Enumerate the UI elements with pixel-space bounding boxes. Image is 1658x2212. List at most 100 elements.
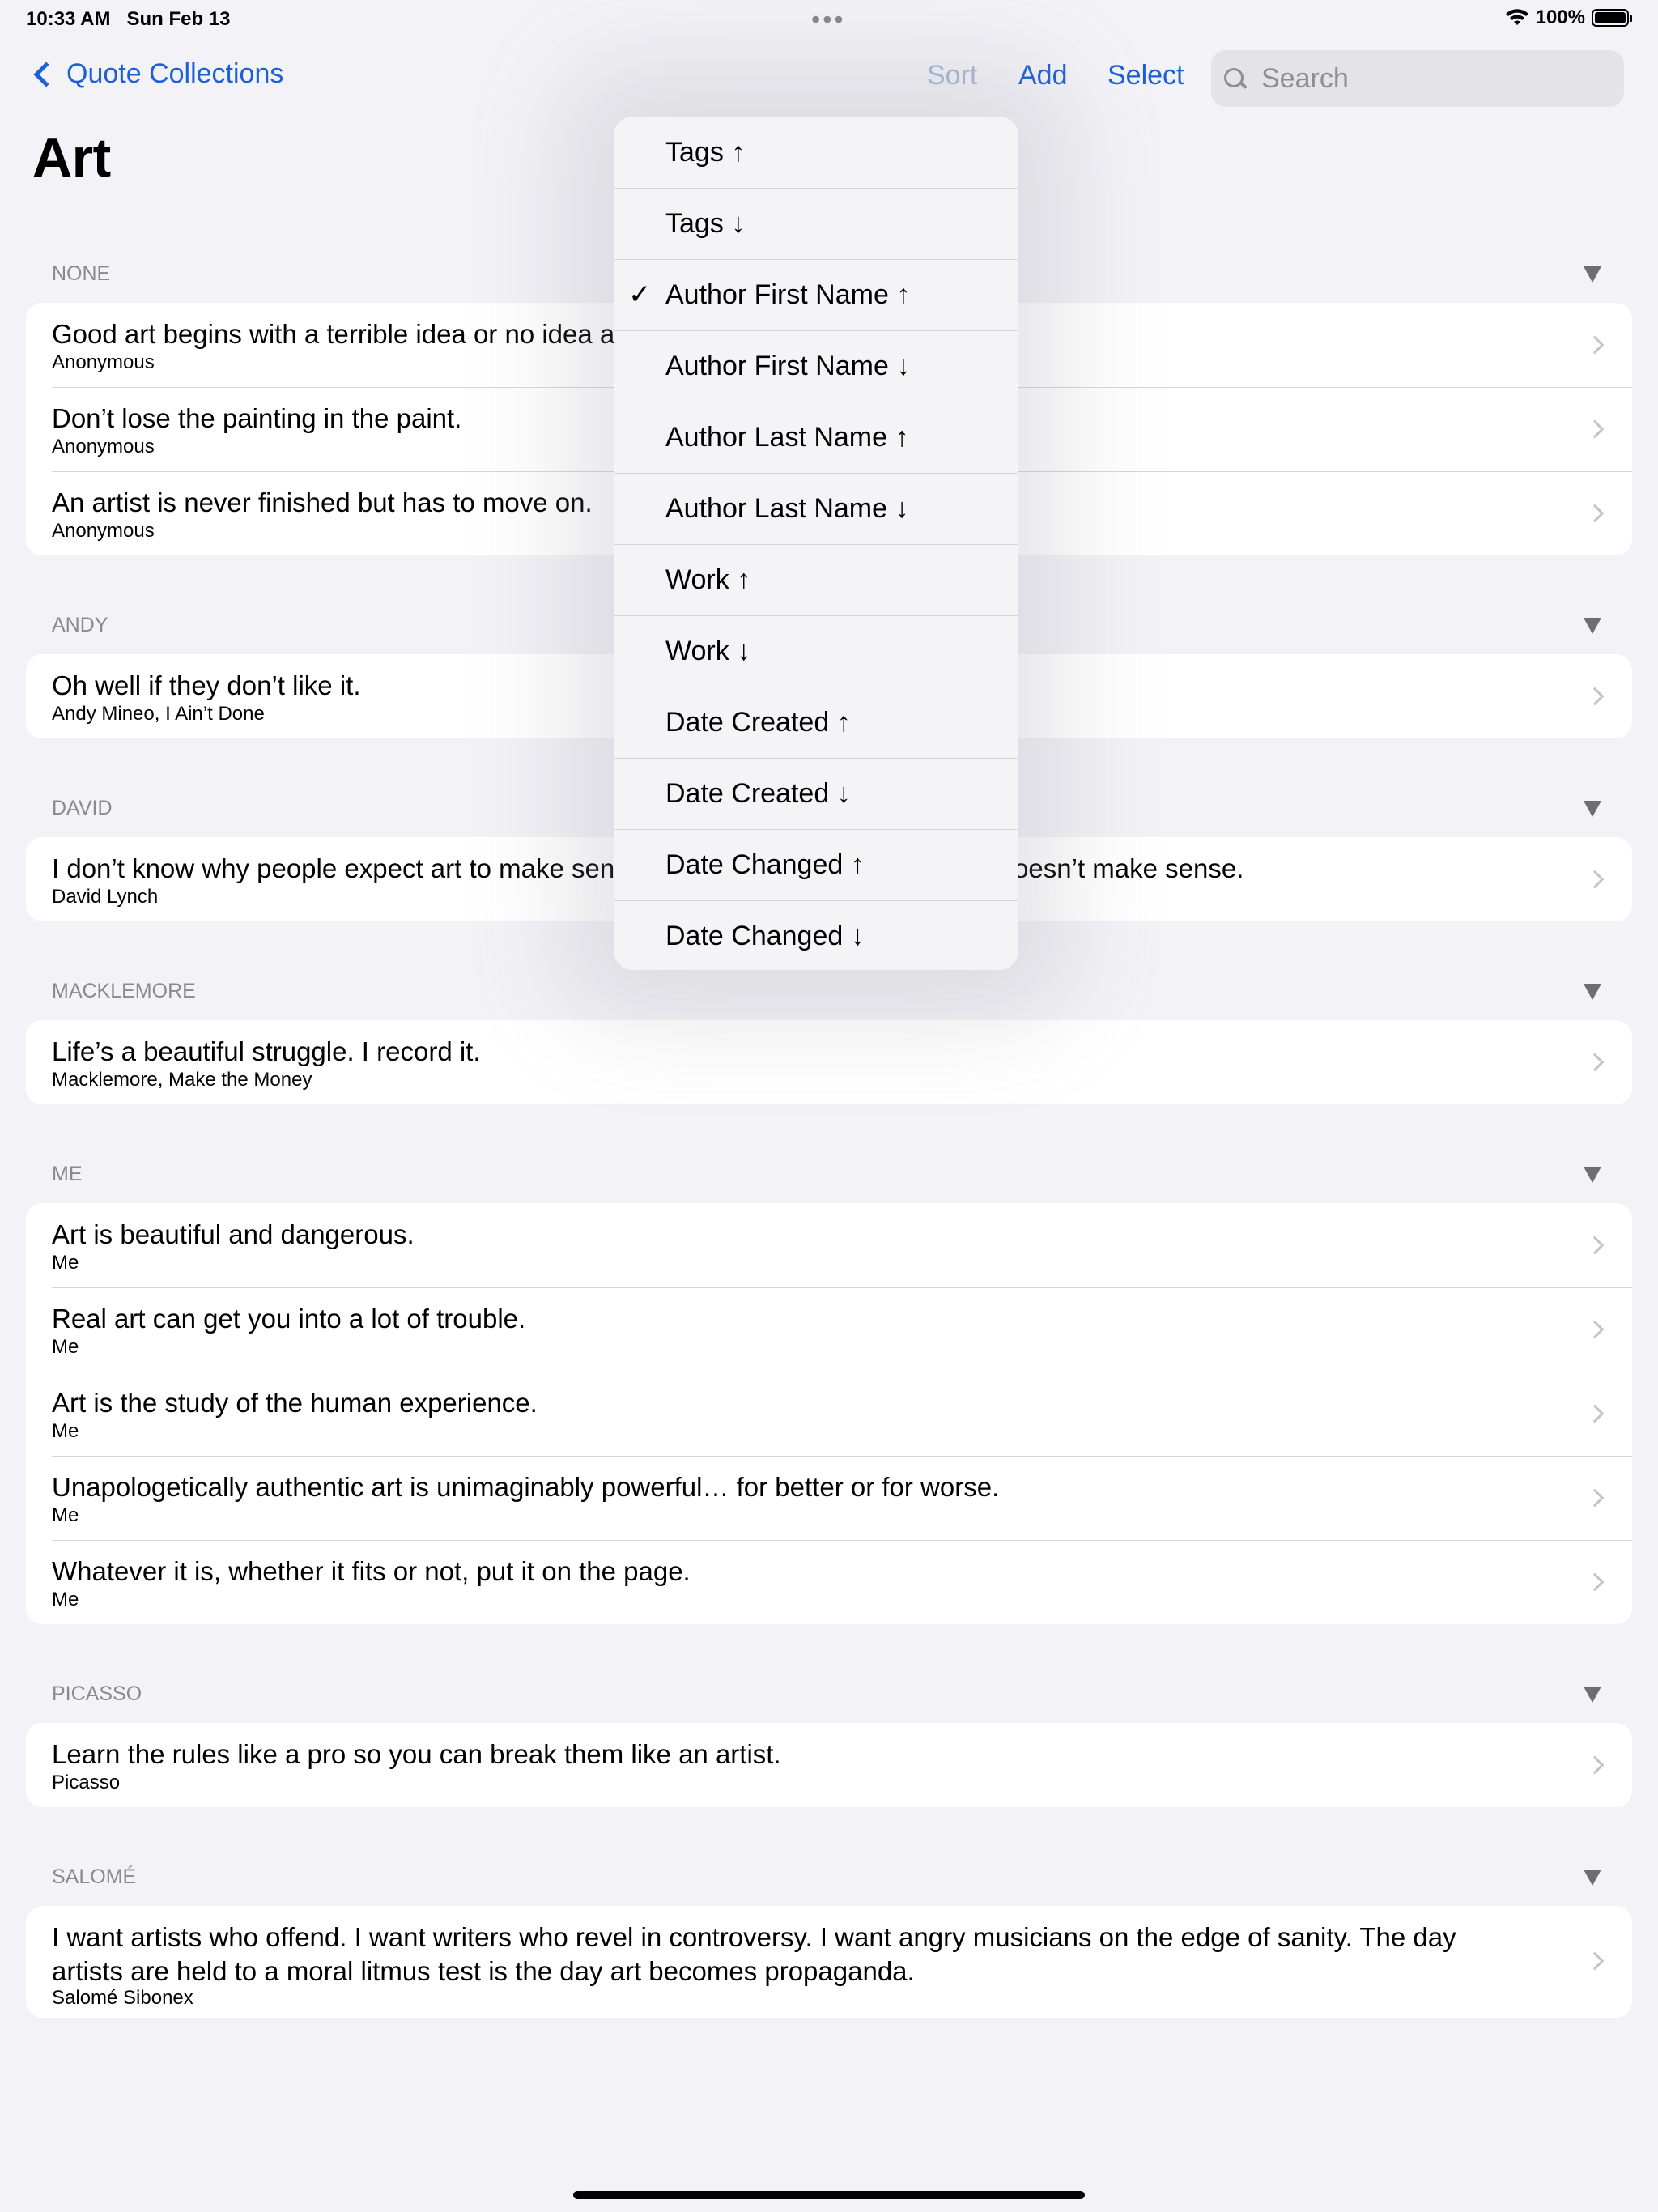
- quote-author: Me: [52, 1336, 79, 1358]
- status-time: 10:33 AM Sun Feb 13: [26, 8, 231, 31]
- sort-option-label: Work ↑: [665, 564, 751, 595]
- sort-option-selected[interactable]: ✓ Author First Name ↑: [614, 259, 1018, 330]
- search-field[interactable]: [1211, 50, 1624, 107]
- home-indicator[interactable]: [573, 2191, 1085, 2199]
- section-header-salome: SALOMÉ: [52, 1865, 137, 1888]
- chevron-right-icon: [1585, 1320, 1605, 1339]
- wifi-icon: [1505, 9, 1528, 25]
- quote-row[interactable]: Art is the study of the human experience…: [26, 1372, 1632, 1456]
- sort-option-label: Author Last Name ↓: [665, 493, 909, 524]
- chevron-right-icon: [1585, 687, 1605, 706]
- battery-percent: 100%: [1535, 6, 1585, 28]
- sort-option-label: Date Created ↑: [665, 707, 851, 738]
- status-right: 100%: [1505, 6, 1632, 29]
- quote-author: Picasso: [52, 1772, 121, 1793]
- collapse-triangle-icon[interactable]: [1584, 1167, 1601, 1183]
- quote-author: Salomé Sibonex: [52, 1987, 193, 2009]
- search-input[interactable]: [1261, 62, 1601, 95]
- chevron-right-icon: [1585, 870, 1605, 889]
- screen: 10:33 AM Sun Feb 13 ••• 100% Quote Colle…: [0, 0, 1658, 2212]
- sort-option[interactable]: Date Changed ↓: [614, 900, 1018, 970]
- quote-text: Unapologetically authentic art is unimag…: [52, 1472, 1000, 1502]
- quote-author: Anonymous: [52, 520, 155, 542]
- quote-text: Learn the rules like a pro so you can br…: [52, 1739, 781, 1769]
- section-group-macklemore: Life’s a beautiful struggle. I record it…: [26, 1020, 1632, 1104]
- chevron-right-icon: [1585, 504, 1605, 523]
- section-group-picasso: Learn the rules like a pro so you can br…: [26, 1723, 1632, 1807]
- quote-row[interactable]: Art is beautiful and dangerous. Me: [26, 1203, 1632, 1287]
- sort-option-label: Tags ↑: [665, 136, 746, 168]
- chevron-right-icon: [1585, 335, 1605, 355]
- sort-option[interactable]: Tags ↑: [614, 117, 1018, 188]
- sort-option[interactable]: Author Last Name ↑: [614, 402, 1018, 473]
- quote-text: Life’s a beautiful struggle. I record it…: [52, 1036, 481, 1066]
- quote-row[interactable]: Learn the rules like a pro so you can br…: [26, 1723, 1632, 1807]
- section-header-macklemore: MACKLEMORE: [52, 980, 196, 1002]
- quote-author: Anonymous: [52, 351, 155, 373]
- quote-author: Me: [52, 1504, 79, 1526]
- chevron-right-icon: [1585, 1755, 1605, 1775]
- collapse-triangle-icon[interactable]: [1584, 1687, 1601, 1703]
- collapse-triangle-icon[interactable]: [1584, 801, 1601, 817]
- section-group-salome: I want artists who offend. I want writer…: [26, 1906, 1632, 2018]
- section-group-me: Art is beautiful and dangerous. Me Real …: [26, 1203, 1632, 1624]
- checkmark-icon: ✓: [628, 279, 652, 310]
- page-title: Art: [32, 127, 111, 189]
- back-button[interactable]: Quote Collections: [31, 58, 283, 90]
- chevron-right-icon: [1585, 1404, 1605, 1423]
- quote-text: Whatever it is, whether it fits or not, …: [52, 1556, 691, 1586]
- sort-option-label: Author First Name ↓: [665, 351, 911, 381]
- quote-author: Macklemore, Make the Money: [52, 1069, 312, 1091]
- sort-option-label: Author Last Name ↑: [665, 422, 909, 453]
- quote-text: Art is the study of the human experience…: [52, 1388, 538, 1418]
- sort-option[interactable]: Work ↑: [614, 544, 1018, 615]
- sort-option[interactable]: Author First Name ↓: [614, 330, 1018, 402]
- section-header-me: ME: [52, 1163, 83, 1185]
- quote-row[interactable]: Life’s a beautiful struggle. I record it…: [26, 1020, 1632, 1104]
- chevron-right-icon: [1585, 1236, 1605, 1255]
- quote-author: Me: [52, 1252, 79, 1274]
- collapse-triangle-icon[interactable]: [1584, 1870, 1601, 1886]
- sort-option-label: Date Changed ↓: [665, 921, 865, 951]
- chevron-right-icon: [1585, 419, 1605, 439]
- quote-text: Real art can get you into a lot of troub…: [52, 1304, 526, 1334]
- chevron-right-icon: [1585, 1488, 1605, 1508]
- sort-button[interactable]: Sort: [927, 60, 977, 91]
- battery-icon: [1592, 9, 1632, 27]
- quote-author: David Lynch: [52, 886, 159, 908]
- quote-row[interactable]: Unapologetically authentic art is unimag…: [26, 1456, 1632, 1540]
- section-header-picasso: PICASSO: [52, 1682, 142, 1705]
- sort-option[interactable]: Work ↓: [614, 615, 1018, 687]
- sort-option-label: Author First Name ↑: [665, 279, 911, 310]
- sort-option-label: Date Changed ↑: [665, 849, 865, 880]
- chevron-left-icon: [33, 61, 59, 87]
- search-icon: [1222, 66, 1247, 91]
- back-label: Quote Collections: [66, 58, 284, 89]
- chevron-right-icon: [1585, 1053, 1605, 1072]
- add-button[interactable]: Add: [1018, 60, 1068, 91]
- quote-row[interactable]: Real art can get you into a lot of troub…: [26, 1287, 1632, 1372]
- time-label: 10:33 AM: [26, 8, 111, 30]
- sort-menu: Tags ↑ Tags ↓ ✓ Author First Name ↑ Auth…: [614, 117, 1018, 970]
- quote-author: Me: [52, 1420, 79, 1442]
- date-label: Sun Feb 13: [126, 8, 231, 30]
- quote-author: Me: [52, 1589, 79, 1610]
- sort-option[interactable]: Tags ↓: [614, 188, 1018, 259]
- sort-option[interactable]: Date Created ↑: [614, 687, 1018, 758]
- quote-author: Andy Mineo, I Ain’t Done: [52, 703, 265, 725]
- collapse-triangle-icon[interactable]: [1584, 618, 1601, 634]
- quote-row[interactable]: I want artists who offend. I want writer…: [26, 1906, 1632, 2018]
- sort-option-label: Date Created ↓: [665, 778, 851, 809]
- multitasking-dots-icon[interactable]: •••: [811, 6, 846, 32]
- quote-row[interactable]: Whatever it is, whether it fits or not, …: [26, 1540, 1632, 1624]
- collapse-triangle-icon[interactable]: [1584, 984, 1601, 1000]
- sort-option[interactable]: Date Changed ↑: [614, 829, 1018, 900]
- sort-option-label: Tags ↓: [665, 208, 746, 239]
- sort-option[interactable]: Date Created ↓: [614, 758, 1018, 829]
- collapse-triangle-icon[interactable]: [1584, 266, 1601, 283]
- sort-option[interactable]: Author Last Name ↓: [614, 473, 1018, 544]
- quote-text: I want artists who offend. I want writer…: [52, 1922, 1456, 1986]
- select-button[interactable]: Select: [1107, 60, 1184, 91]
- quote-author: Anonymous: [52, 436, 155, 457]
- status-bar: 10:33 AM Sun Feb 13 ••• 100%: [0, 0, 1658, 39]
